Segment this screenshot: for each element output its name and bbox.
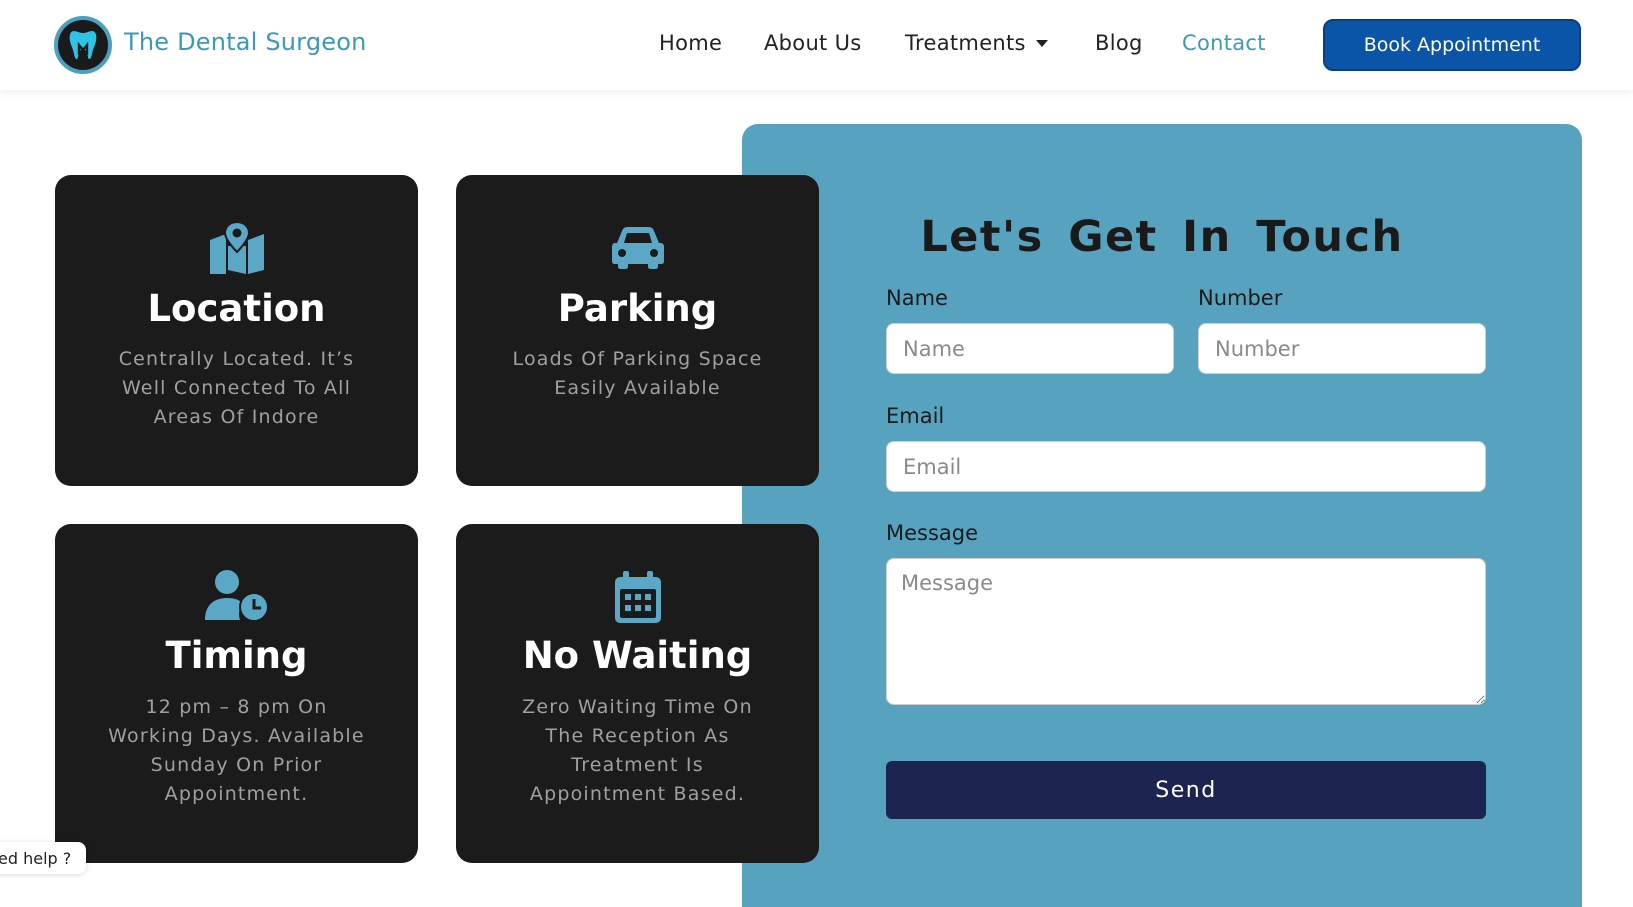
card-parking: Parking Loads Of Parking Space Easily Av… (456, 175, 819, 486)
card-title: No Waiting (522, 634, 753, 677)
user-clock-icon (55, 570, 418, 622)
number-label: Number (1198, 286, 1283, 310)
message-textarea[interactable] (886, 558, 1486, 705)
name-input[interactable] (886, 323, 1174, 374)
name-label: Name (886, 286, 948, 310)
nav-home[interactable]: Home (659, 31, 722, 55)
card-description: Centrally Located. It’s Well Connected T… (118, 348, 355, 428)
card-location: Location Centrally Located. It’s Well Co… (55, 175, 418, 486)
card-title: Parking (557, 287, 718, 330)
send-button[interactable]: Send (886, 761, 1486, 819)
email-label: Email (886, 404, 945, 428)
calendar-icon (456, 571, 819, 623)
card-title: Location (147, 287, 326, 330)
nav-contact[interactable]: Contact (1182, 31, 1266, 55)
message-label: Message (886, 521, 979, 545)
need-help-button[interactable]: ed help ? (0, 842, 86, 874)
site-header: The Dental Surgeon Home About Us Treatme… (0, 0, 1633, 90)
nav-blog[interactable]: Blog (1095, 31, 1143, 55)
tooth-icon (69, 31, 97, 60)
map-pin-icon (55, 222, 418, 274)
card-no-waiting: No Waiting Zero Waiting Time On The Rece… (456, 524, 819, 863)
nav-treatments[interactable]: Treatments (905, 31, 1048, 55)
contact-title: Let's Get In Touch (920, 212, 1404, 262)
caret-down-icon (1035, 39, 1048, 47)
card-timing: Timing 12 pm – 8 pm On Working Days. Ava… (55, 524, 418, 863)
car-icon (456, 227, 819, 269)
brand-name[interactable]: The Dental Surgeon (124, 28, 367, 56)
card-description: Zero Waiting Time On The Reception As Tr… (522, 696, 753, 805)
nav-treatments-label: Treatments (905, 31, 1026, 55)
logo[interactable] (54, 16, 112, 74)
card-title: Timing (165, 634, 308, 677)
nav-about[interactable]: About Us (764, 31, 861, 55)
card-description: Loads Of Parking Space Easily Available (512, 348, 763, 399)
book-appointment-button[interactable]: Book Appointment (1323, 19, 1581, 71)
email-input[interactable] (886, 441, 1486, 492)
card-description: 12 pm – 8 pm On Working Days. Available … (108, 696, 365, 805)
number-input[interactable] (1198, 323, 1486, 374)
